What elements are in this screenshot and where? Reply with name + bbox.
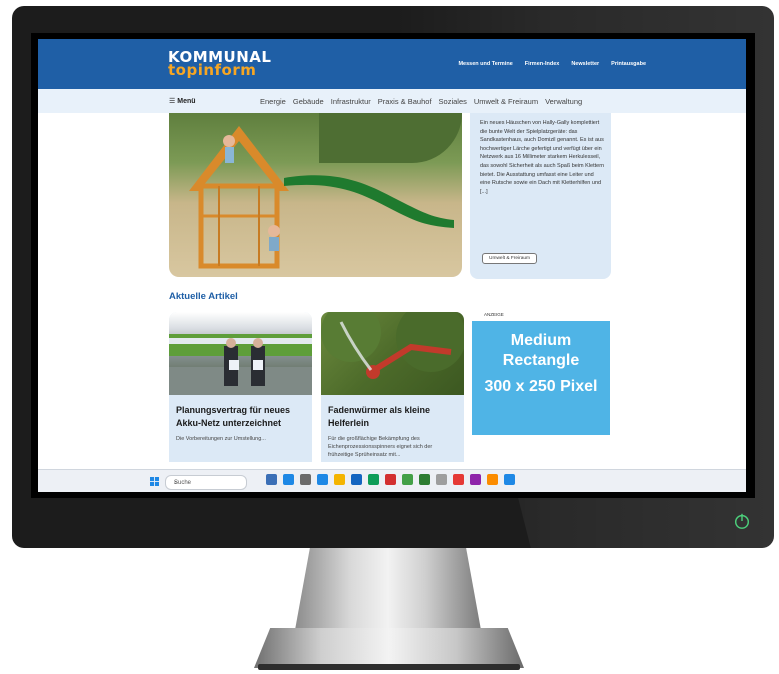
hero-image[interactable] xyxy=(169,113,462,277)
power-icon[interactable] xyxy=(733,512,751,530)
taskbar-app-icon[interactable] xyxy=(368,474,379,485)
ad-label: ANZEIGE xyxy=(484,312,504,317)
article-title[interactable]: Planungsvertrag für neues Akku-Netz unte… xyxy=(176,404,306,430)
playhouse-illustration xyxy=(189,126,289,269)
article-card[interactable]: Planungsvertrag für neues Akku-Netz unte… xyxy=(169,312,312,462)
category-nav: ☰ Menü Energie Gebäude Infrastruktur Prax… xyxy=(38,89,746,113)
taskbar-apps xyxy=(266,474,515,485)
menu-button[interactable]: ☰ Menü xyxy=(169,97,196,105)
top-nav: Messen und Termine Firmen-Index Newslett… xyxy=(458,61,646,67)
hedge-shape xyxy=(319,113,462,163)
menu-label: Menü xyxy=(177,98,196,105)
monitor-base-edge xyxy=(258,664,520,670)
taskbar-app-icon[interactable] xyxy=(300,474,311,485)
hamburger-icon: ☰ xyxy=(169,98,176,105)
teaser-text: Ein neues Häuschen von Hally-Gally kompl… xyxy=(480,120,605,195)
monitor-neck xyxy=(295,548,481,630)
cat-soziales[interactable]: Soziales xyxy=(439,97,467,106)
nav-firmen-index[interactable]: Firmen-Index xyxy=(525,61,560,67)
ad-line2: 300 x 250 Pixel xyxy=(484,378,598,395)
green-slide-illustration xyxy=(284,175,454,228)
article-card[interactable]: Fadenwürmer als kleine Helferlein Für di… xyxy=(321,312,464,462)
taskbar-app-icon[interactable] xyxy=(266,474,277,485)
ad-line1: Medium Rectangle xyxy=(502,332,580,369)
taskbar-app-icon[interactable] xyxy=(504,474,515,485)
screen: KOMMUNAL topinform Messen und Termine Fi… xyxy=(38,39,746,492)
article-title[interactable]: Fadenwürmer als kleine Helferlein xyxy=(328,404,458,430)
tree-spraying-photo-illustration xyxy=(321,312,464,379)
site-logo[interactable]: KOMMUNAL topinform xyxy=(168,50,271,79)
taskbar-app-icon[interactable] xyxy=(351,474,362,485)
cat-umwelt-freiraum[interactable]: Umwelt & Freiraum xyxy=(474,97,538,106)
taskbar-app-icon[interactable] xyxy=(487,474,498,485)
logo-line2: topinform xyxy=(168,61,257,79)
article-image[interactable] xyxy=(169,312,312,395)
site-header: KOMMUNAL topinform Messen und Termine Fi… xyxy=(38,39,746,89)
teaser-category-tag[interactable]: Umwelt & Freiraum xyxy=(482,253,538,264)
article-excerpt: Die Vorbereitungen zur Umstellung... xyxy=(176,436,266,442)
windows-start-icon[interactable] xyxy=(150,477,159,486)
article-image[interactable] xyxy=(321,312,464,395)
taskbar-app-icon[interactable] xyxy=(283,474,294,485)
cat-gebaeude[interactable]: Gebäude xyxy=(293,97,324,106)
ad-banner[interactable]: Medium Rectangle 300 x 250 Pixel xyxy=(472,321,610,435)
teaser-card[interactable]: Ein neues Häuschen von Hally-Gally kompl… xyxy=(470,113,611,279)
taskbar-app-icon[interactable] xyxy=(436,474,447,485)
cat-verwaltung[interactable]: Verwaltung xyxy=(545,97,582,106)
section-title: Aktuelle Artikel xyxy=(169,291,238,302)
taskbar-app-icon[interactable] xyxy=(470,474,481,485)
taskbar-app-icon[interactable] xyxy=(402,474,413,485)
cat-praxis-bauhof[interactable]: Praxis & Bauhof xyxy=(378,97,432,106)
cat-energie[interactable]: Energie xyxy=(260,97,286,106)
article-excerpt: Für die großflächige Bekämpfung des Eich… xyxy=(328,436,433,458)
search-placeholder-text: Suche xyxy=(174,480,192,486)
taskbar: ⌕ Suche xyxy=(38,469,746,492)
taskbar-app-icon[interactable] xyxy=(419,474,430,485)
nav-printausgabe[interactable]: Printausgabe xyxy=(611,61,646,67)
monitor-base xyxy=(254,628,524,668)
taskbar-search[interactable]: ⌕ Suche xyxy=(165,475,247,490)
taskbar-app-icon[interactable] xyxy=(317,474,328,485)
cat-infrastruktur[interactable]: Infrastruktur xyxy=(331,97,371,106)
nav-messen[interactable]: Messen und Termine xyxy=(458,61,512,67)
taskbar-app-icon[interactable] xyxy=(385,474,396,485)
category-list: Energie Gebäude Infrastruktur Praxis & B… xyxy=(260,97,582,106)
nav-newsletter[interactable]: Newsletter xyxy=(571,61,599,67)
taskbar-app-icon[interactable] xyxy=(453,474,464,485)
train-photo-illustration xyxy=(169,334,312,395)
taskbar-app-icon[interactable] xyxy=(334,474,345,485)
